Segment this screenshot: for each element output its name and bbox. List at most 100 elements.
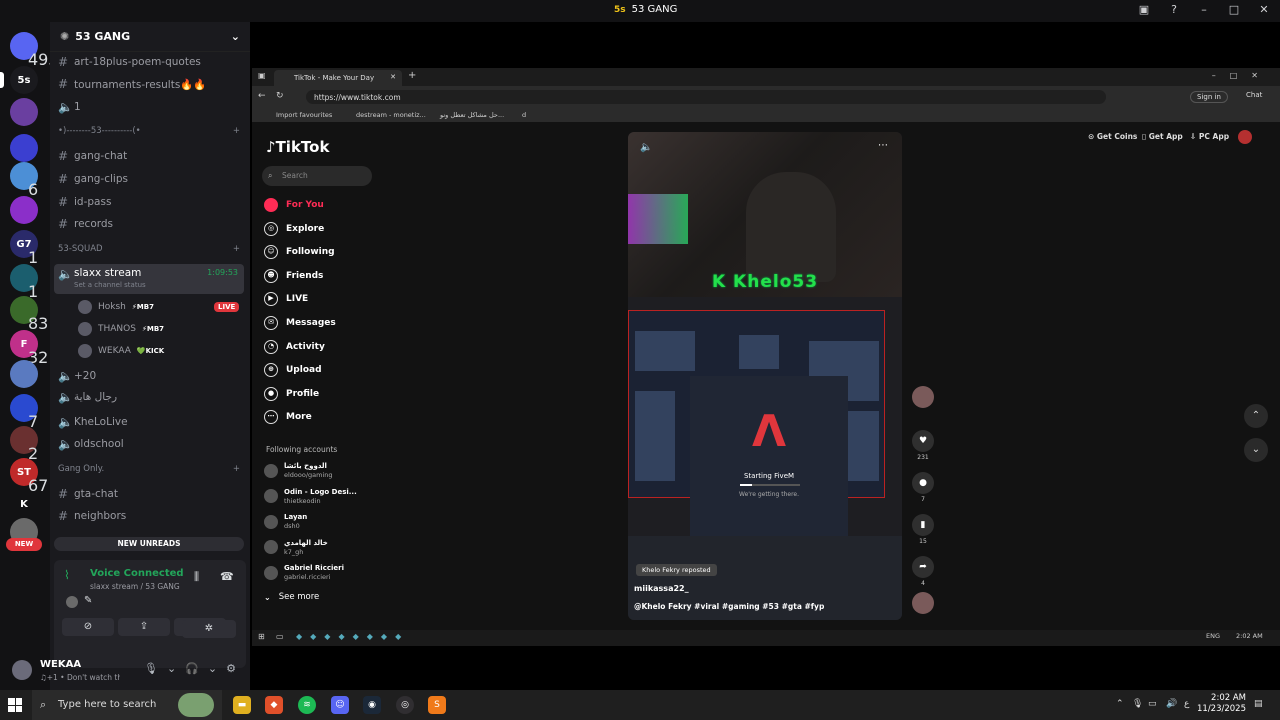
bookmark-item[interactable]: Import favourites (276, 111, 332, 119)
url-field[interactable]: https://www.tiktok.com (306, 90, 1106, 104)
following-account[interactable]: Layan dsh0 (264, 513, 307, 530)
stream-view[interactable]: ▣ TikTok - Make Your Day ✕ + –□✕ ← ↻ http… (252, 68, 1280, 630)
creator-avatar[interactable] (912, 386, 934, 408)
server-icon[interactable]: 5s (0, 66, 38, 94)
chevron-down-icon[interactable]: ⌄ (167, 662, 176, 675)
steam-icon[interactable]: ◉ (363, 696, 381, 714)
video-player[interactable]: 🔈 ⋯ K Khelo53 Λ Starting FiveM We're get… (628, 132, 902, 620)
username[interactable]: WEKAA (40, 659, 81, 670)
tray-network-icon[interactable]: ▭ (1148, 699, 1157, 709)
spotify-icon[interactable]: ≋ (298, 696, 316, 714)
tray-mic-icon[interactable]: 🎙 (1132, 699, 1143, 709)
back-icon[interactable]: ← (258, 91, 266, 101)
server-icon[interactable]: K (10, 490, 38, 518)
chevron-down-icon[interactable]: ⌄ (208, 662, 217, 675)
obs-icon[interactable]: ◎ (396, 696, 414, 714)
server-icon[interactable] (10, 196, 38, 224)
tiktok-logo[interactable]: ♪TikTok (266, 138, 329, 156)
scroll-down-button[interactable]: ⌄ (1244, 438, 1268, 462)
chevron-down-icon[interactable]: ⌄ (231, 30, 240, 43)
bookmark-item[interactable]: destream - monetiz... (356, 111, 426, 119)
close-tab-icon[interactable]: ✕ (390, 73, 396, 81)
nav-explore[interactable]: ◎ Explore (264, 221, 324, 236)
profile-avatar[interactable] (1238, 130, 1252, 144)
nav-live[interactable]: ▶ LIVE (264, 292, 308, 307)
text-channel[interactable]: # gta-chat (54, 484, 244, 504)
new-tab-button[interactable]: + (408, 70, 416, 81)
text-channel[interactable]: # records (54, 214, 244, 234)
bookmark-item[interactable]: حل مشاكل تعطل ونو... (440, 111, 504, 119)
channel-category[interactable]: 53-SQUAD + (58, 244, 240, 254)
add-channel-icon[interactable]: + (233, 126, 240, 136)
noise-icon[interactable]: ⫼ (194, 570, 199, 584)
server-header[interactable]: ✺ 53 GANG ⌄ (50, 22, 250, 52)
nav-for-you[interactable]: ⌂ For You (264, 198, 324, 212)
minimize-button[interactable]: – (1196, 3, 1212, 16)
video-author[interactable]: miikassa22_ (634, 584, 689, 593)
voice-user[interactable]: Hoksh ⚡MB7 (78, 300, 154, 314)
add-channel-icon[interactable]: + (233, 464, 240, 474)
nav-activity[interactable]: ◔ Activity (264, 339, 325, 354)
inbox-icon[interactable]: ▣ (1136, 3, 1152, 16)
voice-user[interactable]: THANOS ⚡MB7 (78, 322, 164, 336)
new-badge[interactable]: NEW (6, 538, 42, 551)
screen-share-button[interactable]: ⇪ (118, 618, 170, 636)
voice-channel[interactable]: 🔈 KheLoLive (54, 412, 244, 432)
nav-upload[interactable]: ⊕ Upload (264, 363, 322, 378)
following-account[interactable]: الدووح بائشا eldooo/gaming (264, 462, 333, 479)
following-account[interactable]: خالد الهامدي k7_gh (264, 539, 328, 556)
sign-in-button[interactable]: Sign in (1190, 91, 1228, 103)
browser-window-controls[interactable]: –□✕ (1212, 71, 1272, 80)
settings-icon[interactable]: ⚙ (226, 662, 236, 675)
refresh-icon[interactable]: ↻ (276, 91, 284, 101)
server-icon[interactable] (10, 98, 38, 126)
microphone-icon[interactable]: 🎙 (144, 662, 158, 675)
file-explorer-icon[interactable]: ▬ (233, 696, 251, 714)
nav-friends[interactable]: ☻ Friends (264, 268, 323, 283)
tray-volume-icon[interactable]: 🔊 (1166, 699, 1177, 709)
taskbar-clock[interactable]: 2:02 AM 11/23/2025 (1196, 693, 1246, 715)
following-account[interactable]: Odin - Logo Desi... thietkeodin (264, 488, 357, 505)
voice-connected-subtitle[interactable]: slaxx stream / 53 GANG (90, 582, 180, 591)
like-icon[interactable]: ♥ (912, 430, 934, 452)
get-coins-button[interactable]: ⊙ Get Coins (1088, 132, 1137, 141)
share-icon[interactable]: ➦ (912, 556, 934, 578)
windows-start-icon[interactable] (8, 698, 22, 712)
voice-channel[interactable]: 🔈 1 (54, 97, 244, 117)
pc-app-button[interactable]: ⇩ PC App (1190, 132, 1229, 141)
notification-icon[interactable]: ▤ (1254, 699, 1263, 709)
tray-chevron-icon[interactable]: ⌃ (1116, 699, 1124, 709)
scroll-up-button[interactable]: ⌃ (1244, 404, 1268, 428)
voice-channel[interactable]: 🔈 رجال هاية (54, 387, 244, 407)
voice-channel[interactable]: 🔈 +20 (54, 366, 244, 386)
text-channel[interactable]: # art-18plus-poem-quotes (54, 52, 244, 72)
add-channel-icon[interactable]: + (233, 244, 240, 254)
following-account[interactable]: Gabriel Riccieri gabriel.riccieri (264, 564, 344, 581)
text-channel[interactable]: # gang-chat (54, 146, 244, 166)
camera-off-button[interactable]: ⊘ (62, 618, 114, 636)
bookmark-item[interactable]: d (522, 111, 526, 119)
tab-actions-icon[interactable]: ▣ (258, 71, 266, 80)
bookmark-icon[interactable]: ▮ (912, 514, 934, 536)
volume-icon[interactable]: 🔈 (640, 142, 652, 153)
voice-connected-title[interactable]: Voice Connected (90, 568, 184, 579)
tray-language[interactable]: ع (1184, 699, 1189, 709)
video-caption[interactable]: @Khelo Fekry #viral #gaming #53 #gta #fy… (634, 602, 824, 611)
search-input[interactable]: Search (262, 166, 372, 186)
avatar[interactable] (12, 660, 32, 680)
soundboard-button[interactable]: ✲ (182, 620, 236, 638)
server-icon[interactable] (10, 360, 38, 388)
help-icon[interactable]: ? (1166, 3, 1182, 16)
channel-category[interactable]: •)--------53----------(• + (58, 126, 240, 136)
text-channel[interactable]: # id-pass (54, 192, 244, 212)
close-button[interactable]: ✕ (1256, 3, 1272, 16)
headphones-icon[interactable]: 🎧 (185, 662, 199, 675)
text-channel[interactable]: # neighbors (54, 506, 244, 526)
voice-channel[interactable]: 🔈 slaxx stream 1:09:53 Set a channel status (54, 264, 244, 294)
nav-messages[interactable]: ✉ Messages (264, 316, 336, 330)
nav-following[interactable]: ☺ Following (264, 245, 335, 260)
disconnect-icon[interactable]: ☎ (220, 570, 234, 583)
server-icon[interactable] (10, 134, 38, 162)
channel-status[interactable]: Set a channel status (74, 281, 146, 289)
channel-category[interactable]: Gang Only. + (58, 464, 240, 474)
